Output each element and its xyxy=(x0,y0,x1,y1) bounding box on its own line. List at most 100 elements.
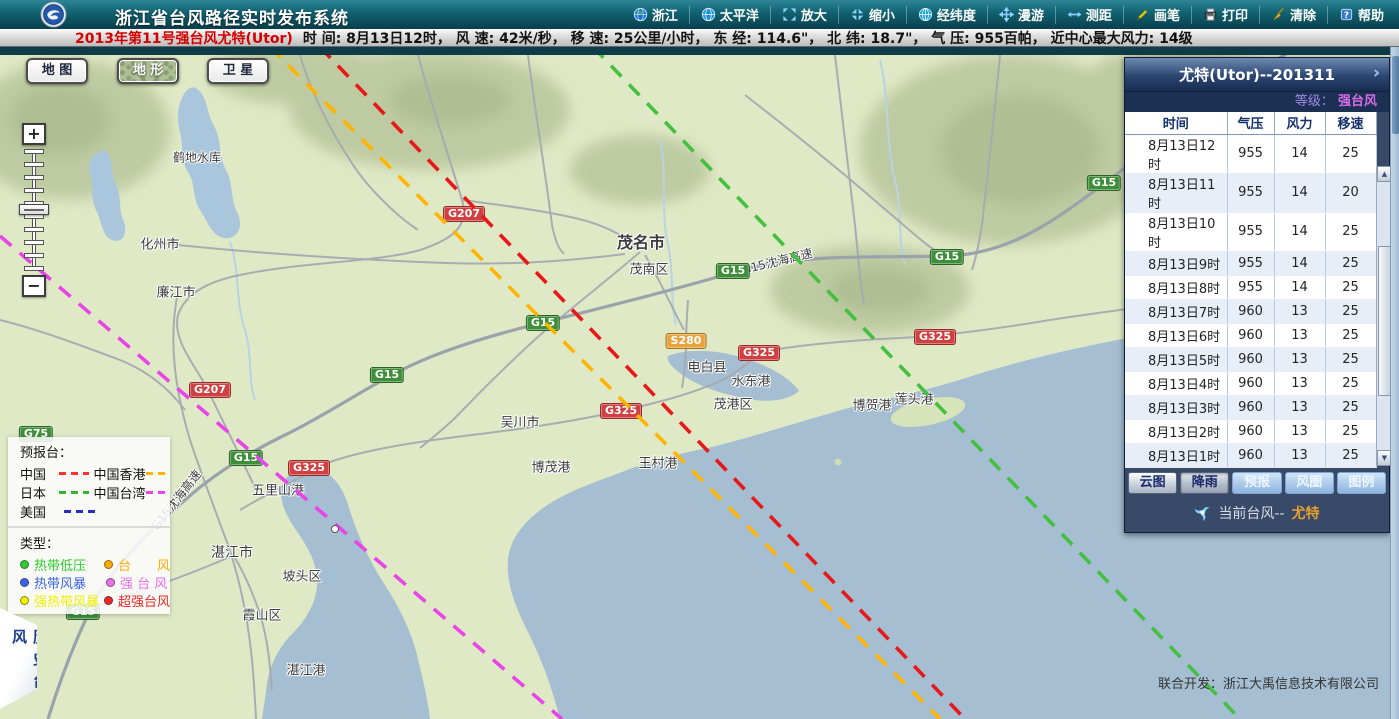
table-column-header: 风力 xyxy=(1274,112,1325,134)
panel-title-bar: 尤特(Utor)--201311 › xyxy=(1125,58,1389,92)
toolbar-label: 帮助 xyxy=(1358,5,1384,24)
typhoon-detail-panel: 尤特(Utor)--201311 › 等级： 强台风 时间气压风力移速 8月13… xyxy=(1124,57,1390,533)
track-table-row[interactable]: 8月13日10时9551425 xyxy=(1125,212,1376,251)
zoom-in-button[interactable]: 放大 xyxy=(770,6,838,24)
track-table-row[interactable]: 8月13日1时9601325 xyxy=(1125,443,1376,467)
legend-agency-label: 中国台湾 xyxy=(94,483,147,502)
toolbar-label: 放大 xyxy=(801,5,827,24)
legend-type-dot xyxy=(104,560,113,569)
track-table-row[interactable]: 8月13日7时9601325 xyxy=(1125,299,1376,323)
track-table-wrap: 时间气压风力移速 8月13日12时95514258月13日11时95514208… xyxy=(1125,112,1391,468)
zoom-out-map-button[interactable]: − xyxy=(22,275,46,297)
table-column-header: 时间 xyxy=(1125,112,1227,134)
print-button[interactable]: 打印 xyxy=(1191,6,1259,24)
zoom-slider[interactable] xyxy=(22,149,46,271)
page-scrollbar[interactable] xyxy=(1390,47,1399,719)
zoom-in-map-button[interactable]: + xyxy=(22,123,46,145)
track-table-row[interactable]: 8月13日3时9601325 xyxy=(1125,395,1376,419)
clear-icon xyxy=(1271,7,1286,22)
track-table-row[interactable]: 8月13日9时9551425 xyxy=(1125,251,1376,275)
legend-track-swatch xyxy=(59,491,89,494)
legend-track-swatch xyxy=(146,472,170,475)
toolbar: 浙江 太平洋 放大 缩小 经纬度 漫游 测距 画笔 xyxy=(622,0,1395,29)
legend-track-swatch xyxy=(64,510,98,513)
panel-level-row: 等级： 强台风 xyxy=(1125,92,1389,112)
legend-type-dot xyxy=(104,596,113,605)
toolbar-label: 打印 xyxy=(1222,5,1248,24)
zoom-slider-handle[interactable] xyxy=(19,204,49,215)
track-table-row[interactable]: 8月13日8时9551425 xyxy=(1125,275,1376,299)
header-bar: 浙江省台风路径实时发布系统 浙江 太平洋 放大 缩小 经纬度 漫游 测距 xyxy=(0,0,1399,29)
pen-button[interactable]: 画笔 xyxy=(1123,6,1191,24)
forecast-track xyxy=(270,55,940,719)
table-column-header: 移速 xyxy=(1325,112,1376,134)
legend-type-label: 热带风暴 xyxy=(34,573,106,592)
base-layer-terrain-button[interactable]: 地 形 xyxy=(117,58,179,84)
help-icon: ? xyxy=(1339,7,1354,22)
panel-title: 尤特(Utor)--201311 xyxy=(1179,64,1335,85)
legend-panel: 预报台： 中国中国香港日本中国台湾美国 类型： 热带低压台 风热带风暴强 台 风… xyxy=(8,437,170,614)
toolbar-label: 经纬度 xyxy=(937,5,976,24)
zhejiang-globe-icon xyxy=(633,7,648,22)
track-table-row[interactable]: 8月13日2时9601325 xyxy=(1125,419,1376,443)
track-table-row[interactable]: 8月13日6时9601325 xyxy=(1125,323,1376,347)
toolbar-label: 清除 xyxy=(1290,5,1316,24)
toolbar-label: 测距 xyxy=(1086,5,1112,24)
track-table-row[interactable]: 8月13日12时9551425 xyxy=(1125,134,1376,173)
typhoon-system-logo xyxy=(40,1,67,32)
toolbar-label: 浙江 xyxy=(652,5,678,24)
level-value: 强台风 xyxy=(1338,94,1377,109)
level-label: 等级： xyxy=(1295,94,1334,109)
pacific-globe-icon xyxy=(701,7,716,22)
tab-rain[interactable]: 降雨 xyxy=(1180,472,1229,494)
pan-button[interactable]: 漫游 xyxy=(987,6,1055,24)
tab-cloud[interactable]: 云图 xyxy=(1128,472,1177,494)
clear-button[interactable]: 清除 xyxy=(1259,6,1327,24)
track-point-marker[interactable] xyxy=(332,526,339,533)
toolbar-label: 画笔 xyxy=(1154,5,1180,24)
typhoon-spiral-icon xyxy=(1194,504,1211,521)
tab-wind-circle[interactable]: 风圈 xyxy=(1285,472,1334,494)
legend-track-swatch xyxy=(146,491,170,494)
tab-forecast[interactable]: 预报 xyxy=(1232,472,1281,494)
page-title: 浙江省台风路径实时发布系统 xyxy=(115,4,349,29)
lat-lon-icon xyxy=(918,7,933,22)
base-layer-map-button[interactable]: 地 图 xyxy=(26,58,88,84)
panel-tabs: 云图 降雨 预报 风圈 图例 xyxy=(1125,468,1389,494)
legend-type-dot xyxy=(20,578,29,587)
track-table-row[interactable]: 8月13日11时9551420 xyxy=(1125,173,1376,212)
pen-icon xyxy=(1135,7,1150,22)
table-scrollbar[interactable]: ▲ ▼ xyxy=(1376,166,1391,466)
legend-type-dot xyxy=(20,560,29,569)
legend-forecast-title: 预报台： xyxy=(20,442,170,461)
zoom-in-icon xyxy=(782,7,797,22)
pacific-button[interactable]: 太平洋 xyxy=(689,6,770,24)
tab-legend[interactable]: 图例 xyxy=(1337,472,1386,494)
legend-type-label: 热带低压 xyxy=(34,555,104,574)
base-layer-satellite-button[interactable]: 卫 星 xyxy=(207,58,269,84)
forecast-track xyxy=(320,55,965,719)
toolbar-label: 太平洋 xyxy=(720,5,759,24)
current-typhoon-name[interactable]: 尤特 xyxy=(1292,503,1320,523)
panel-expand-arrow[interactable]: › xyxy=(1373,63,1380,83)
lat-lon-button[interactable]: 经纬度 xyxy=(906,6,987,24)
track-table-row[interactable]: 8月13日5时9601325 xyxy=(1125,347,1376,371)
zoom-out-button[interactable]: 缩小 xyxy=(838,6,906,24)
legend-agency-label: 中国 xyxy=(20,464,59,483)
table-column-header: 气压 xyxy=(1227,112,1274,134)
measure-button[interactable]: 测距 xyxy=(1055,6,1123,24)
legend-type-dot xyxy=(20,596,29,605)
page-scrollbar-thumb[interactable] xyxy=(1392,56,1399,134)
legend-type-dot xyxy=(106,578,115,587)
toolbar-label: 漫游 xyxy=(1018,5,1044,24)
help-button[interactable]: ? 帮助 xyxy=(1327,6,1395,24)
pan-icon xyxy=(999,7,1014,22)
track-table-row[interactable]: 8月13日4时9601325 xyxy=(1125,371,1376,395)
zoom-out-icon xyxy=(850,7,865,22)
typhoon-details: 时 间: 8月13日12时， 风 速: 42米/秒， 移 速: 25公里/小时，… xyxy=(303,28,1193,48)
zhejiang-button[interactable]: 浙江 xyxy=(622,6,689,24)
toolbar-label: 缩小 xyxy=(869,5,895,24)
measure-icon xyxy=(1067,7,1082,22)
current-typhoon-row: 当前台风--尤特 xyxy=(1125,494,1389,532)
track-table: 时间气压风力移速 8月13日12时95514258月13日11时95514208… xyxy=(1125,112,1377,468)
